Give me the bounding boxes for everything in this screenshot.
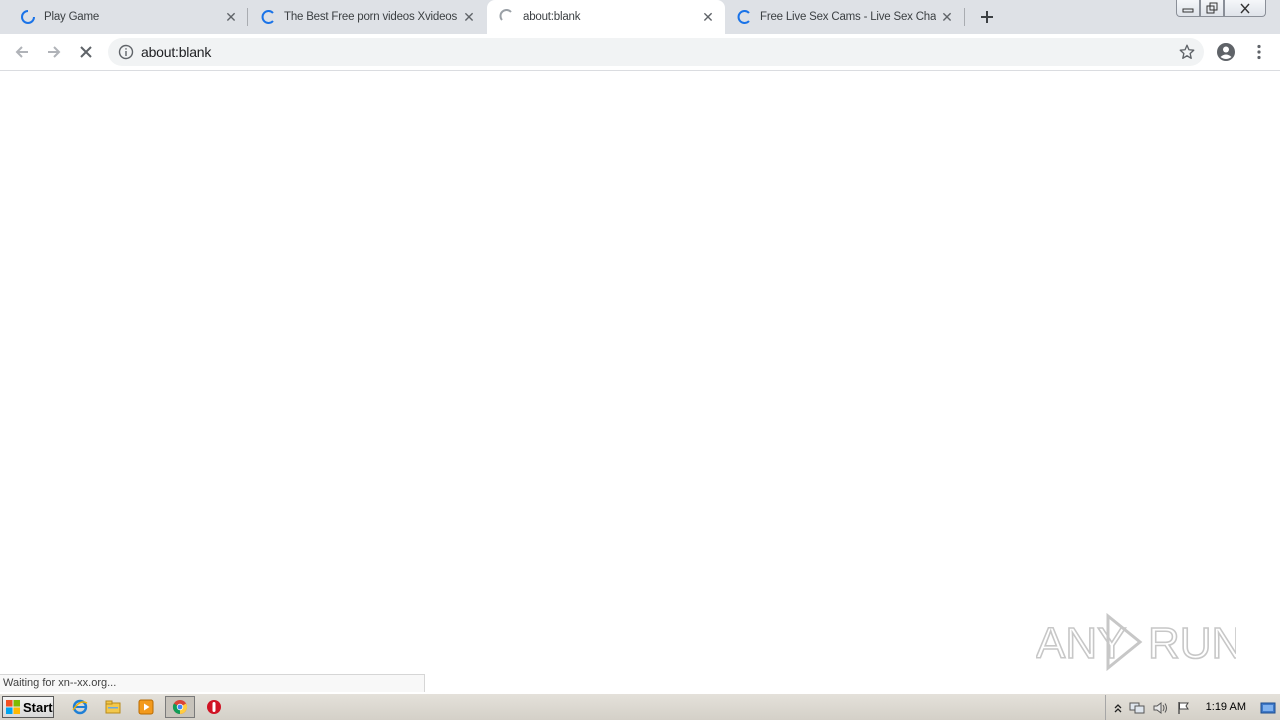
taskbar-clock[interactable]: 1:19 AM	[1206, 701, 1246, 713]
action-center-flag-icon[interactable]	[1175, 699, 1193, 717]
tab-title: about:blank	[523, 11, 581, 23]
restore-button[interactable]	[1200, 0, 1224, 17]
close-window-button[interactable]	[1224, 0, 1266, 17]
media-player-taskbar-icon[interactable]	[137, 698, 155, 716]
window-controls	[1176, 0, 1266, 18]
close-window-icon	[1240, 3, 1250, 13]
loading-spinner-icon	[21, 10, 35, 24]
opera-taskbar-icon[interactable]	[205, 698, 223, 716]
waiting-spinner-icon	[499, 9, 512, 21]
windows-taskbar: Start 1:19 AM	[0, 693, 1280, 720]
tab-play-game[interactable]: Play Game ✕	[0, 0, 248, 34]
file-explorer-taskbar-icon[interactable]	[104, 698, 122, 716]
info-icon[interactable]	[118, 44, 134, 60]
stop-x-icon	[80, 46, 92, 58]
tab-live-sex-cams[interactable]: Free Live Sex Cams - Live Sex Chat ✕	[726, 0, 964, 34]
system-tray: 1:19 AM	[1105, 695, 1280, 720]
start-label: Start	[23, 699, 53, 715]
new-tab-plus-icon[interactable]	[978, 8, 996, 26]
address-bar[interactable]	[108, 38, 1204, 66]
anyrun-watermark: ANY RUN	[1035, 604, 1244, 674]
tab-separator	[964, 8, 965, 26]
show-hidden-icons-chevron-icon[interactable]	[1109, 699, 1127, 717]
more-vertical-icon	[1257, 44, 1261, 60]
bookmark-star-icon[interactable]	[1178, 43, 1196, 61]
tab-about-blank[interactable]: about:blank ✕	[487, 0, 725, 34]
close-tab-icon[interactable]: ✕	[224, 10, 238, 24]
tab-title: Play Game	[44, 11, 100, 23]
loading-spinner-icon	[261, 10, 274, 24]
profile-button[interactable]	[1216, 42, 1236, 62]
tab-title: Free Live Sex Cams - Live Sex Chat	[760, 11, 936, 23]
tab-title: The Best Free porn videos Xvideos	[284, 11, 458, 23]
tab-xvideos[interactable]: The Best Free porn videos Xvideos ✕	[248, 0, 486, 34]
anyrun-logo-icon: ANY RUN	[1035, 612, 1244, 672]
show-desktop-icon[interactable]	[1259, 699, 1277, 717]
url-input[interactable]	[141, 38, 1141, 66]
account-circle-icon	[1217, 43, 1235, 61]
back-button[interactable]	[12, 42, 32, 62]
loading-spinner-icon	[737, 10, 750, 24]
page-content[interactable]	[0, 72, 1280, 692]
close-tab-icon[interactable]: ✕	[940, 10, 954, 24]
volume-icon[interactable]	[1151, 699, 1169, 717]
arrow-back-icon	[15, 46, 28, 58]
restore-icon	[1206, 2, 1218, 14]
status-bubble: Waiting for xn--xx.org...	[0, 674, 425, 692]
windows-logo-icon	[6, 700, 20, 714]
chrome-taskbar-icon[interactable]	[165, 696, 195, 718]
minimize-button[interactable]	[1176, 0, 1200, 17]
browser-toolbar	[0, 34, 1280, 71]
menu-button[interactable]	[1249, 42, 1269, 62]
arrow-forward-icon	[48, 46, 61, 58]
stop-loading-button[interactable]	[76, 42, 96, 62]
forward-button[interactable]	[44, 42, 64, 62]
watermark-right-text: RUN	[1148, 619, 1236, 668]
watermark-left-text: ANY	[1036, 619, 1126, 668]
internet-explorer-taskbar-icon[interactable]	[71, 698, 89, 716]
network-icon[interactable]	[1128, 699, 1146, 717]
minimize-icon	[1182, 8, 1194, 13]
close-tab-icon[interactable]: ✕	[462, 10, 476, 24]
close-tab-icon[interactable]: ✕	[701, 10, 715, 24]
tab-strip: Play Game ✕ The Best Free porn videos Xv…	[0, 0, 1280, 34]
start-button[interactable]: Start	[2, 696, 54, 718]
